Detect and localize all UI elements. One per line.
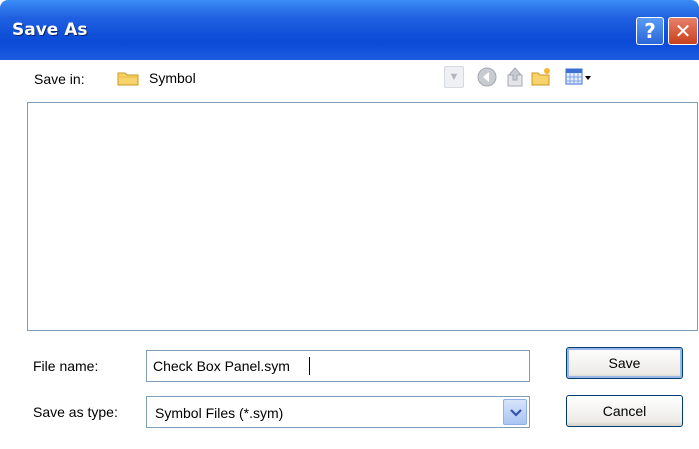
chevron-down-icon[interactable] — [503, 399, 527, 425]
file-name-label: File name: — [33, 358, 99, 374]
save-in-dropdown[interactable]: Symbol ▼ — [108, 62, 467, 92]
up-folder-icon[interactable] — [504, 66, 526, 88]
view-menu-icon[interactable] — [564, 66, 592, 88]
title-bar[interactable]: Save As ? ✕ — [0, 0, 699, 60]
folder-icon — [117, 72, 139, 86]
back-arrow-icon[interactable] — [476, 66, 498, 88]
save-button[interactable]: Save — [566, 347, 683, 379]
help-button[interactable]: ? — [636, 17, 664, 45]
file-list[interactable] — [27, 102, 698, 331]
new-folder-icon[interactable] — [530, 66, 552, 88]
save-as-dialog: Save As ? ✕ Save in: Symbol ▼ File name:… — [0, 0, 699, 449]
cancel-button[interactable]: Cancel — [566, 395, 683, 427]
text-cursor — [309, 357, 310, 375]
save-in-label: Save in: — [34, 71, 85, 87]
chevron-down-icon[interactable]: ▼ — [444, 66, 464, 88]
file-name-input[interactable] — [146, 350, 530, 382]
close-button[interactable]: ✕ — [668, 17, 698, 45]
save-as-type-label: Save as type: — [33, 404, 118, 420]
window-title: Save As — [12, 20, 88, 40]
save-in-value: Symbol — [149, 70, 196, 86]
save-as-type-value: Symbol Files (*.sym) — [155, 405, 284, 421]
save-as-type-dropdown[interactable]: Symbol Files (*.sym) — [146, 396, 530, 428]
